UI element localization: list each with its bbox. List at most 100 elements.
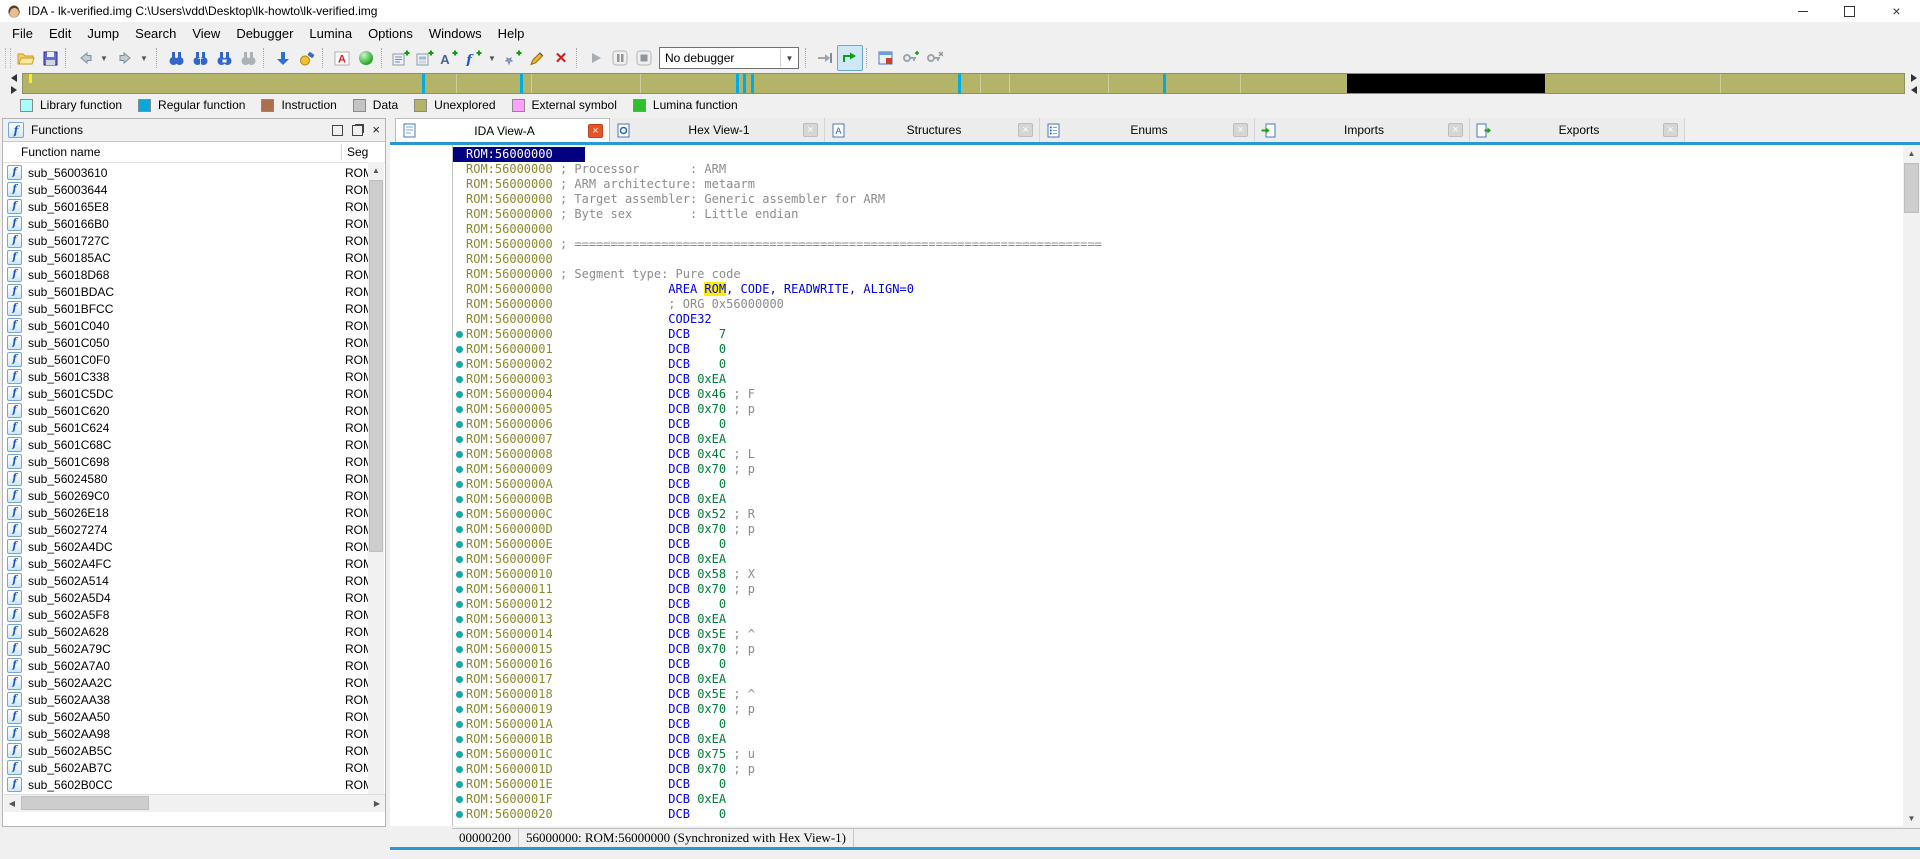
close-icon[interactable]: × [1018, 123, 1033, 137]
disassembly-line[interactable]: ROM:56000015 DCB 0x70 ; p [390, 642, 1903, 657]
disassembly-line[interactable]: ROM:56000020 DCB 0 [390, 807, 1903, 822]
disassembly-line[interactable]: ROM:56000000 ; ORG 0x56000000 [390, 297, 1903, 312]
scroll-left-icon[interactable]: ◀ [4, 795, 20, 811]
disassembly-line[interactable]: ROM:5600001F DCB 0xEA [390, 792, 1903, 807]
search-inactive-button[interactable] [236, 46, 260, 70]
navigate-forward-button[interactable] [113, 46, 137, 70]
disassembly-line[interactable]: ROM:5600000A DCB 0 [390, 477, 1903, 492]
menu-search[interactable]: Search [127, 24, 184, 43]
search-next-button[interactable]: T [188, 46, 212, 70]
menu-windows[interactable]: Windows [421, 24, 490, 43]
windows-list-button[interactable] [874, 46, 898, 70]
function-row[interactable]: fsub_5602AB5CROM [4, 742, 368, 759]
function-row[interactable]: fsub_5601C68CROM [4, 436, 368, 453]
function-row[interactable]: fsub_5601BDACROM [4, 283, 368, 300]
search-bytes-button[interactable] [212, 46, 236, 70]
band-scroll-right[interactable] [1908, 74, 1920, 94]
create-data-button[interactable] [413, 46, 437, 70]
function-row[interactable]: fsub_56027274ROM [4, 521, 368, 538]
function-row[interactable]: fsub_5602A5F8ROM [4, 606, 368, 623]
disassembly-line[interactable]: ROM:56000013 DCB 0xEA [390, 612, 1903, 627]
tab-exports[interactable]: Exports× [1470, 118, 1685, 142]
function-row[interactable]: fsub_5602A79CROM [4, 640, 368, 657]
pause-process-button[interactable] [608, 46, 632, 70]
function-row[interactable]: fsub_5602A7A0ROM [4, 657, 368, 674]
close-icon[interactable]: × [588, 124, 603, 138]
menu-view[interactable]: View [184, 24, 228, 43]
function-row[interactable]: fsub_5602B0CCROM [4, 776, 368, 793]
key-remove-button[interactable] [922, 46, 946, 70]
function-row[interactable]: fsub_5602A514ROM [4, 572, 368, 589]
function-row[interactable]: fsub_5601C620ROM [4, 402, 368, 419]
function-row[interactable]: fsub_5601C624ROM [4, 419, 368, 436]
disassembly-scrollbar[interactable]: ▲ ▼ [1903, 145, 1920, 826]
disassembly-line[interactable]: ROM:56000014 DCB 0x5E ; ^ [390, 627, 1903, 642]
tab-structures[interactable]: AStructures× [825, 118, 1040, 142]
open-file-button[interactable] [14, 46, 38, 70]
function-row[interactable]: fsub_5602A5D4ROM [4, 589, 368, 606]
scroll-up-icon[interactable]: ▲ [1903, 145, 1920, 161]
function-row[interactable]: fsub_56018D68ROM [4, 266, 368, 283]
disassembly-line[interactable]: ROM:5600000D DCB 0x70 ; p [390, 522, 1903, 537]
close-icon[interactable]: × [803, 123, 818, 137]
tab-imports[interactable]: Imports× [1255, 118, 1470, 142]
function-row[interactable]: fsub_560166B0ROM [4, 215, 368, 232]
navigation-band[interactable] [22, 73, 1905, 94]
disassembly-line[interactable]: ROM:56000003 DCB 0xEA [390, 372, 1903, 387]
functions-list-header[interactable]: Function name Seg [3, 142, 385, 163]
menu-file[interactable]: File [4, 24, 41, 43]
minimize-button[interactable] [1779, 0, 1826, 22]
disassembly-line[interactable]: ROM:56000000 [390, 252, 1903, 267]
panel-close-icon[interactable]: × [372, 125, 380, 135]
disassembly-line[interactable]: ROM:56000000 ; Processor : ARM [390, 162, 1903, 177]
disassembly-line[interactable]: ROM:5600001A DCB 0 [390, 717, 1903, 732]
search-text-button[interactable] [164, 46, 188, 70]
stop-process-button[interactable] [632, 46, 656, 70]
function-row[interactable]: fsub_5601C338ROM [4, 368, 368, 385]
tab-enums[interactable]: Enums× [1040, 118, 1255, 142]
functions-vertical-scrollbar[interactable]: ▲ ▼ [368, 162, 384, 810]
disassembly-line[interactable]: ROM:56000004 DCB 0x46 ; F [390, 387, 1903, 402]
disassembly-line[interactable]: ROM:5600000C DCB 0x52 ; R [390, 507, 1903, 522]
disassembly-line[interactable]: ROM:56000000 AREA ROM, CODE, READWRITE, … [390, 282, 1903, 297]
panel-maximize-icon[interactable] [332, 125, 343, 136]
maximize-button[interactable] [1826, 0, 1873, 22]
close-icon[interactable]: × [1448, 123, 1463, 137]
disassembly-line[interactable]: ROM:56000008 DCB 0x4C ; L [390, 447, 1903, 462]
key-add-button[interactable] [898, 46, 922, 70]
jump-by-name-button[interactable] [271, 46, 295, 70]
continue-process-button[interactable] [837, 45, 863, 71]
tab-ida-view-a[interactable]: IDA View-A× [395, 118, 610, 142]
function-row[interactable]: fsub_56003644ROM [4, 181, 368, 198]
disassembly-line[interactable]: ROM:5600000E DCB 0 [390, 537, 1903, 552]
lumina-button[interactable] [295, 46, 319, 70]
function-row[interactable]: fsub_5602AA2CROM [4, 674, 368, 691]
function-row[interactable]: fsub_5602A628ROM [4, 623, 368, 640]
menu-help[interactable]: Help [490, 24, 533, 43]
function-row[interactable]: fsub_560185ACROM [4, 249, 368, 266]
menu-options[interactable]: Options [360, 24, 421, 43]
function-row[interactable]: fsub_5601C040ROM [4, 317, 368, 334]
close-icon[interactable]: × [1233, 123, 1248, 137]
function-row[interactable]: fsub_5601727CROM [4, 232, 368, 249]
function-row[interactable]: fsub_5601C0F0ROM [4, 351, 368, 368]
disassembly-line[interactable]: ROM:5600000B DCB 0xEA [390, 492, 1903, 507]
disassembly-line[interactable]: ROM:5600000F DCB 0xEA [390, 552, 1903, 567]
save-button[interactable] [38, 46, 62, 70]
function-row[interactable]: fsub_56003610ROM [4, 164, 368, 181]
function-row[interactable]: fsub_5602AA38ROM [4, 691, 368, 708]
create-function-chevron-icon[interactable]: ▼ [485, 46, 501, 70]
disassembly-line[interactable]: ROM:56000007 DCB 0xEA [390, 432, 1903, 447]
function-row[interactable]: fsub_5601C698ROM [4, 453, 368, 470]
disassembly-line[interactable]: ROM:5600001C DCB 0x75 ; u [390, 747, 1903, 762]
disassembly-line[interactable]: ROM:5600001B DCB 0xEA [390, 732, 1903, 747]
functions-horizontal-scrollbar[interactable]: ◀ ▶ [4, 794, 385, 812]
navigate-forward-chevron-icon[interactable]: ▼ [137, 46, 153, 70]
disassembly-line[interactable]: ROM:56000000 ; Target assembler: Generic… [390, 192, 1903, 207]
disassembly-line[interactable]: ROM:56000018 DCB 0x5E ; ^ [390, 687, 1903, 702]
scroll-right-icon[interactable]: ▶ [369, 795, 385, 811]
scrollbar-thumb[interactable] [369, 180, 383, 552]
functions-panel-titlebar[interactable]: f Functions × [3, 119, 385, 142]
disassembly-line[interactable]: ROM:56000000 ; Segment type: Pure code [390, 267, 1903, 282]
disassembly-line[interactable]: ROM:56000000 [390, 222, 1903, 237]
